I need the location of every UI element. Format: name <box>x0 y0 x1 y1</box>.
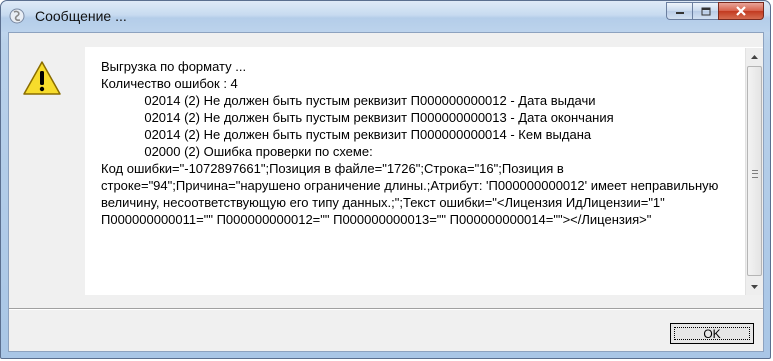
window-title: Сообщение ... <box>35 8 127 24</box>
close-icon <box>736 6 746 16</box>
minimize-icon <box>675 12 684 14</box>
caption-buttons <box>666 2 764 21</box>
scroll-down-button[interactable] <box>746 278 763 295</box>
maximize-button[interactable] <box>692 2 718 20</box>
message-textbox[interactable]: Выгрузка по формату ... Количество ошибо… <box>85 47 763 295</box>
title-bar[interactable]: Сообщение ... <box>1 1 770 32</box>
ok-button[interactable]: OK <box>670 323 754 344</box>
warning-icon <box>23 61 61 95</box>
dialog-body: Выгрузка по формату ... Количество ошибо… <box>8 32 764 352</box>
grip-icon <box>752 170 758 178</box>
scroll-up-button[interactable] <box>746 48 763 65</box>
maximize-icon <box>701 7 710 15</box>
arrow-up-icon <box>751 54 758 59</box>
ok-button-label: OK <box>703 326 721 341</box>
divider <box>9 308 763 310</box>
app-icon <box>9 8 25 24</box>
message-window: Сообщение ... Выгрузка по формату ... Ко… <box>0 0 771 359</box>
close-button[interactable] <box>718 2 764 20</box>
scroll-thumb[interactable] <box>747 66 762 276</box>
arrow-down-icon <box>751 284 758 289</box>
vertical-scrollbar[interactable] <box>745 48 763 295</box>
minimize-button[interactable] <box>666 2 692 20</box>
message-text: Выгрузка по формату ... Количество ошибо… <box>101 59 719 227</box>
